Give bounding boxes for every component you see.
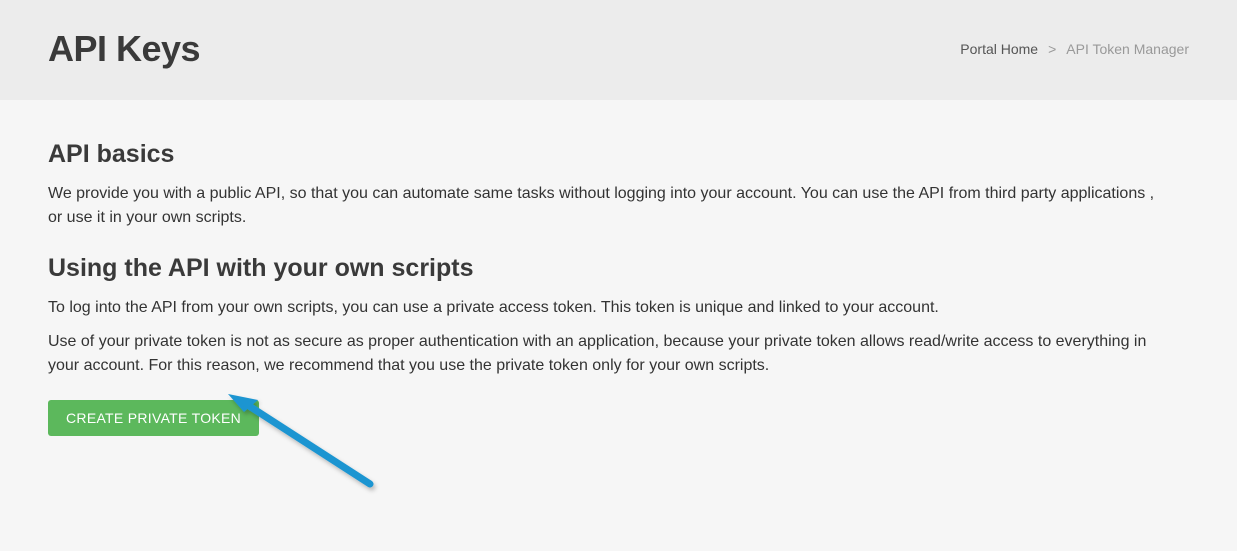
page-header: API Keys Portal Home > API Token Manager (0, 0, 1237, 100)
api-basics-heading: API basics (48, 140, 1189, 169)
create-private-token-button[interactable]: CREATE PRIVATE TOKEN (48, 400, 259, 436)
breadcrumb-separator: > (1048, 41, 1056, 57)
breadcrumb-home-link[interactable]: Portal Home (960, 41, 1038, 57)
breadcrumb-current: API Token Manager (1066, 41, 1189, 57)
api-basics-paragraph: We provide you with a public API, so tha… (48, 182, 1168, 230)
content-area: API basics We provide you with a public … (0, 100, 1237, 476)
breadcrumb: Portal Home > API Token Manager (960, 41, 1189, 57)
page-title: API Keys (48, 28, 200, 70)
using-api-paragraph-2: Use of your private token is not as secu… (48, 330, 1168, 378)
using-api-paragraph-1: To log into the API from your own script… (48, 296, 1168, 320)
using-api-heading: Using the API with your own scripts (48, 254, 1189, 283)
